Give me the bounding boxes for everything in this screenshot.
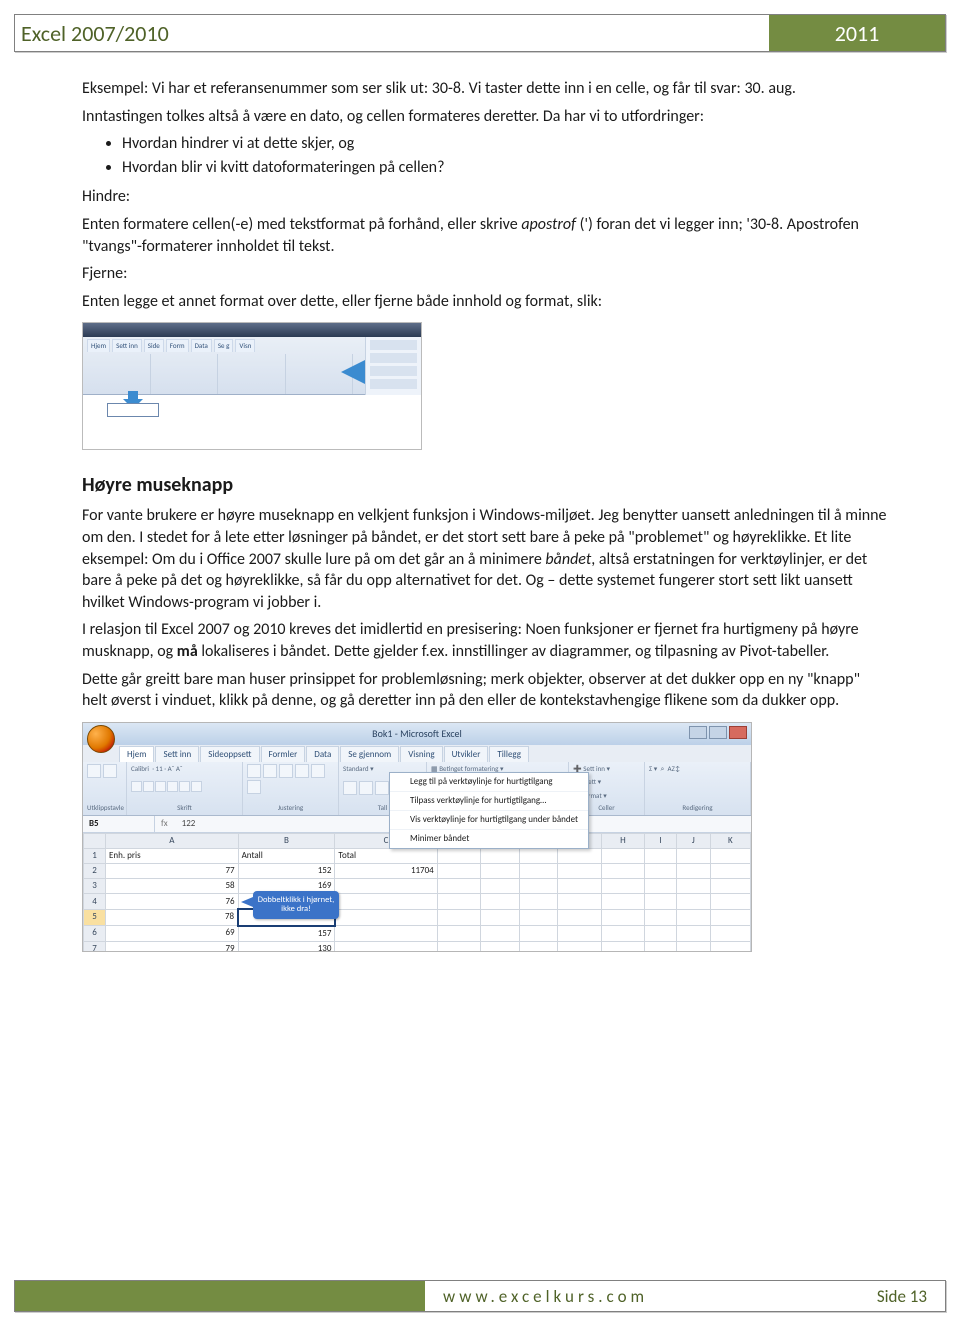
- footer-page: Side 13: [877, 1286, 927, 1307]
- table-row: 476108: [84, 894, 751, 910]
- footer-url: www.excelkurs.com: [443, 1286, 648, 1307]
- table-row: 1Enh. prisAntallTotal: [84, 848, 751, 863]
- fjerne-label: Fjerne:: [82, 263, 888, 285]
- tab-addins[interactable]: Tillegg: [489, 746, 529, 762]
- ctx-customize-qat[interactable]: Tilpass verktøylinje for hurtigtilgang…: [390, 792, 588, 811]
- window-min-icon[interactable]: [689, 726, 707, 739]
- section-p3: Dette går greitt bare man huser prinsipp…: [82, 669, 888, 712]
- section-p1: For vante brukere er høyre museknapp en …: [82, 505, 888, 613]
- name-box[interactable]: B5: [83, 816, 155, 832]
- table-row: 779130: [84, 941, 751, 952]
- window-title: Bok1 - Microsoft Excel: [372, 727, 462, 741]
- tab-data[interactable]: Data: [306, 746, 339, 762]
- window-max-icon[interactable]: [709, 726, 727, 739]
- intro-bullets: Hvordan hindrer vi at dette skjer, og Hv…: [122, 133, 888, 178]
- context-menu[interactable]: Legg til på verktøylinje for hurtigtilga…: [389, 772, 589, 850]
- ctx-minimize-ribbon[interactable]: Minimer båndet: [390, 830, 588, 848]
- fjerne-text: Enten legge et annet format over dette, …: [82, 291, 888, 313]
- window-close-icon[interactable]: [729, 726, 747, 739]
- window-titlebar: Bok1 - Microsoft Excel: [83, 723, 751, 745]
- tab-pagelayout[interactable]: Sideoppsett: [200, 746, 259, 762]
- section-p2: I relasjon til Excel 2007 og 2010 kreves…: [82, 619, 888, 662]
- office-button-icon[interactable]: [87, 725, 115, 753]
- header-title: Excel 2007/2010: [15, 15, 769, 51]
- ctx-add-qat[interactable]: Legg til på verktøylinje for hurtigtilga…: [390, 773, 588, 792]
- tab-insert[interactable]: Sett inn: [155, 746, 199, 762]
- spreadsheet-grid[interactable]: ABC DEF GHI JK 1Enh. prisAntallTotal 277…: [83, 833, 751, 951]
- callout-tip: Dobbeltklikk i hjørnet, ikke dra!: [253, 891, 339, 920]
- hindre-label: Hindre:: [82, 186, 888, 208]
- tab-formulas[interactable]: Formler: [261, 746, 306, 762]
- intro-p1: Eksempel: Vi har et referansenummer som …: [82, 78, 888, 100]
- document-body: Eksempel: Vi har et referansenummer som …: [0, 52, 960, 1072]
- bullet-1: Hvordan hindrer vi at dette skjer, og: [122, 133, 888, 155]
- page-footer: www.excelkurs.com Side 13: [14, 1280, 946, 1312]
- bullet-2: Hvordan blir vi kvitt datoformateringen …: [122, 157, 888, 179]
- tab-home[interactable]: Hjem: [119, 746, 154, 762]
- section-heading: Høyre museknapp: [82, 472, 888, 499]
- formula-value[interactable]: 122: [174, 816, 204, 832]
- highlighted-cell: [107, 403, 159, 417]
- screenshot-ribbon-context: Bok1 - Microsoft Excel Hjem Sett inn Sid…: [82, 722, 752, 952]
- table-row: 669157: [84, 926, 751, 942]
- table-row: 578122: [84, 909, 751, 925]
- intro-p2: Inntastingen tolkes altså å være en dato…: [82, 106, 888, 128]
- tab-review[interactable]: Se gjennom: [340, 746, 399, 762]
- tab-developer[interactable]: Utvikler: [444, 746, 489, 762]
- page-header: Excel 2007/2010 2011: [14, 14, 946, 52]
- header-year: 2011: [769, 15, 945, 51]
- hindre-text: Enten formatere cellen(-e) med tekstform…: [82, 214, 888, 257]
- ctx-show-qat-below[interactable]: Vis verktøylinje for hurtigtilgang under…: [390, 811, 588, 830]
- table-row: 27715211704: [84, 863, 751, 878]
- screenshot-clear-format: HjemSett innSideFormDataSe gVisn: [82, 322, 422, 450]
- table-row: 358169: [84, 879, 751, 894]
- tab-view[interactable]: Visning: [400, 746, 442, 762]
- ribbon-tabs[interactable]: Hjem Sett inn Sideoppsett Formler Data S…: [83, 745, 751, 762]
